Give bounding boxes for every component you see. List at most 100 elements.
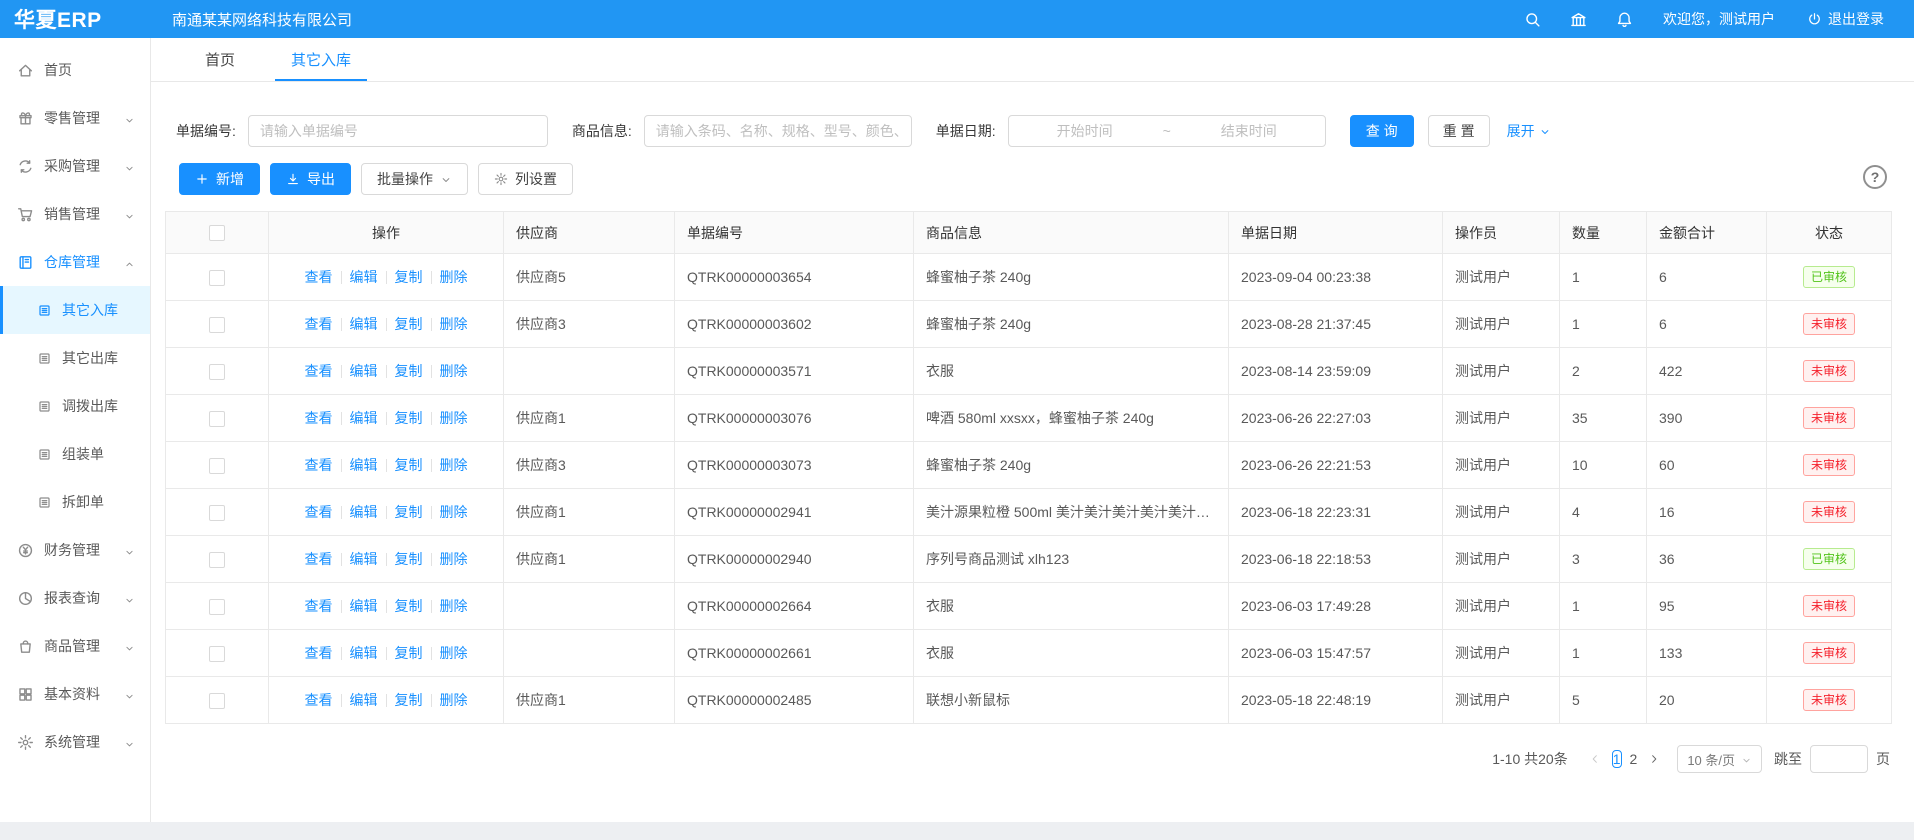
row-checkbox[interactable]	[209, 552, 225, 568]
sidebar-item-report-query[interactable]: 报表查询	[0, 574, 150, 622]
row-action-delete[interactable]: 删除	[440, 410, 468, 426]
row-action-edit[interactable]: 编辑	[350, 645, 378, 661]
row-action-view[interactable]: 查看	[305, 410, 333, 426]
row-action-copy[interactable]: 复制	[395, 410, 423, 426]
row-action-copy[interactable]: 复制	[395, 363, 423, 379]
row-action-view[interactable]: 查看	[305, 598, 333, 614]
row-action-edit[interactable]: 编辑	[350, 316, 378, 332]
row-action-delete[interactable]: 删除	[440, 551, 468, 567]
search-button[interactable]: 查 询	[1350, 115, 1414, 147]
cell-status: 未审核	[1767, 442, 1892, 489]
row-action-view[interactable]: 查看	[305, 363, 333, 379]
row-checkbox[interactable]	[209, 317, 225, 333]
row-checkbox[interactable]	[209, 270, 225, 286]
row-checkbox[interactable]	[209, 505, 225, 521]
sidebar-item-sales-management[interactable]: 销售管理	[0, 190, 150, 238]
sidebar-item-warehouse-management[interactable]: 仓库管理	[0, 238, 150, 286]
help-button[interactable]	[1863, 165, 1887, 189]
prev-page-button[interactable]	[1582, 745, 1608, 773]
page-button-1[interactable]: 1	[1612, 750, 1622, 768]
reset-button[interactable]: 重 置	[1428, 115, 1490, 147]
sidebar-item-assembly-order[interactable]: 组装单	[0, 430, 150, 478]
goods-icon	[17, 638, 34, 655]
next-page-button[interactable]	[1641, 745, 1667, 773]
expand-link[interactable]: 展开	[1507, 121, 1551, 141]
sidebar-item-transfer-outbound[interactable]: 调拨出库	[0, 382, 150, 430]
row-checkbox[interactable]	[209, 458, 225, 474]
jump-to-page-input[interactable]	[1810, 745, 1868, 773]
row-checkbox[interactable]	[209, 364, 225, 380]
material-input[interactable]	[644, 115, 912, 147]
tab-other-inbound[interactable]: 其它入库	[285, 38, 357, 81]
cell-product: 啤酒 580ml xxsxx，蜂蜜柚子茶 240g	[914, 395, 1229, 442]
row-action-view[interactable]: 查看	[305, 269, 333, 285]
row-action-copy[interactable]: 复制	[395, 504, 423, 520]
sidebar-item-system-management[interactable]: 系统管理	[0, 718, 150, 766]
notification-bell-icon[interactable]	[1616, 11, 1633, 28]
row-checkbox[interactable]	[209, 693, 225, 709]
action-divider	[386, 318, 387, 331]
sidebar-item-other-outbound[interactable]: 其它出库	[0, 334, 150, 382]
row-checkbox[interactable]	[209, 646, 225, 662]
row-action-edit[interactable]: 编辑	[350, 410, 378, 426]
sidebar-item-purchase-management[interactable]: 采购管理	[0, 142, 150, 190]
page-button-2[interactable]: 2	[1630, 751, 1638, 767]
row-action-view[interactable]: 查看	[305, 457, 333, 473]
row-action-delete[interactable]: 删除	[440, 692, 468, 708]
sidebar-item-home[interactable]: 首页	[0, 46, 150, 94]
row-action-edit[interactable]: 编辑	[350, 504, 378, 520]
row-action-edit[interactable]: 编辑	[350, 692, 378, 708]
row-action-edit[interactable]: 编辑	[350, 457, 378, 473]
row-action-edit[interactable]: 编辑	[350, 269, 378, 285]
add-button[interactable]: 新增	[179, 163, 260, 195]
row-action-view[interactable]: 查看	[305, 692, 333, 708]
row-action-edit[interactable]: 编辑	[350, 363, 378, 379]
bill-no-input[interactable]	[248, 115, 548, 147]
row-action-view[interactable]: 查看	[305, 645, 333, 661]
row-action-copy[interactable]: 复制	[395, 457, 423, 473]
cell-qty: 1	[1560, 301, 1647, 348]
select-all-checkbox[interactable]	[209, 225, 225, 241]
row-action-copy[interactable]: 复制	[395, 269, 423, 285]
row-action-delete[interactable]: 删除	[440, 457, 468, 473]
row-action-delete[interactable]: 删除	[440, 645, 468, 661]
column-settings-button[interactable]: 列设置	[478, 163, 573, 195]
row-action-copy[interactable]: 复制	[395, 645, 423, 661]
jump-to-label: 跳至	[1774, 749, 1802, 769]
platform-icon[interactable]	[1570, 11, 1587, 28]
row-action-delete[interactable]: 删除	[440, 363, 468, 379]
search-icon[interactable]	[1524, 11, 1541, 28]
row-action-delete[interactable]: 删除	[440, 269, 468, 285]
sidebar-item-finance-management[interactable]: 财务管理	[0, 526, 150, 574]
row-action-delete[interactable]: 删除	[440, 504, 468, 520]
action-divider	[386, 553, 387, 566]
sidebar-item-disassembly-order[interactable]: 拆卸单	[0, 478, 150, 526]
page-size-select[interactable]: 10 条/页	[1677, 745, 1762, 773]
export-button[interactable]: 导出	[270, 163, 351, 195]
row-action-copy[interactable]: 复制	[395, 551, 423, 567]
row-action-delete[interactable]: 删除	[440, 316, 468, 332]
row-action-view[interactable]: 查看	[305, 551, 333, 567]
sidebar-item-basic-data[interactable]: 基本资料	[0, 670, 150, 718]
sidebar-item-goods-management[interactable]: 商品管理	[0, 622, 150, 670]
row-checkbox[interactable]	[209, 411, 225, 427]
tab-home[interactable]: 首页	[199, 38, 241, 81]
sidebar-item-retail-management[interactable]: 零售管理	[0, 94, 150, 142]
action-divider	[431, 600, 432, 613]
row-action-view[interactable]: 查看	[305, 316, 333, 332]
batch-actions-button[interactable]: 批量操作	[361, 163, 468, 195]
company-name: 南通某某网络科技有限公司	[172, 9, 352, 30]
row-action-edit[interactable]: 编辑	[350, 551, 378, 567]
row-action-edit[interactable]: 编辑	[350, 598, 378, 614]
logout-button[interactable]: 退出登录	[1807, 9, 1884, 29]
action-divider	[341, 694, 342, 707]
row-checkbox[interactable]	[209, 599, 225, 615]
row-action-view[interactable]: 查看	[305, 504, 333, 520]
row-action-copy[interactable]: 复制	[395, 598, 423, 614]
row-action-delete[interactable]: 删除	[440, 598, 468, 614]
row-action-copy[interactable]: 复制	[395, 316, 423, 332]
cell-supplier: 供应商3	[504, 301, 675, 348]
sidebar-item-other-inbound[interactable]: 其它入库	[0, 286, 150, 334]
row-action-copy[interactable]: 复制	[395, 692, 423, 708]
date-range-picker[interactable]: 开始时间 ~ 结束时间	[1008, 115, 1326, 147]
